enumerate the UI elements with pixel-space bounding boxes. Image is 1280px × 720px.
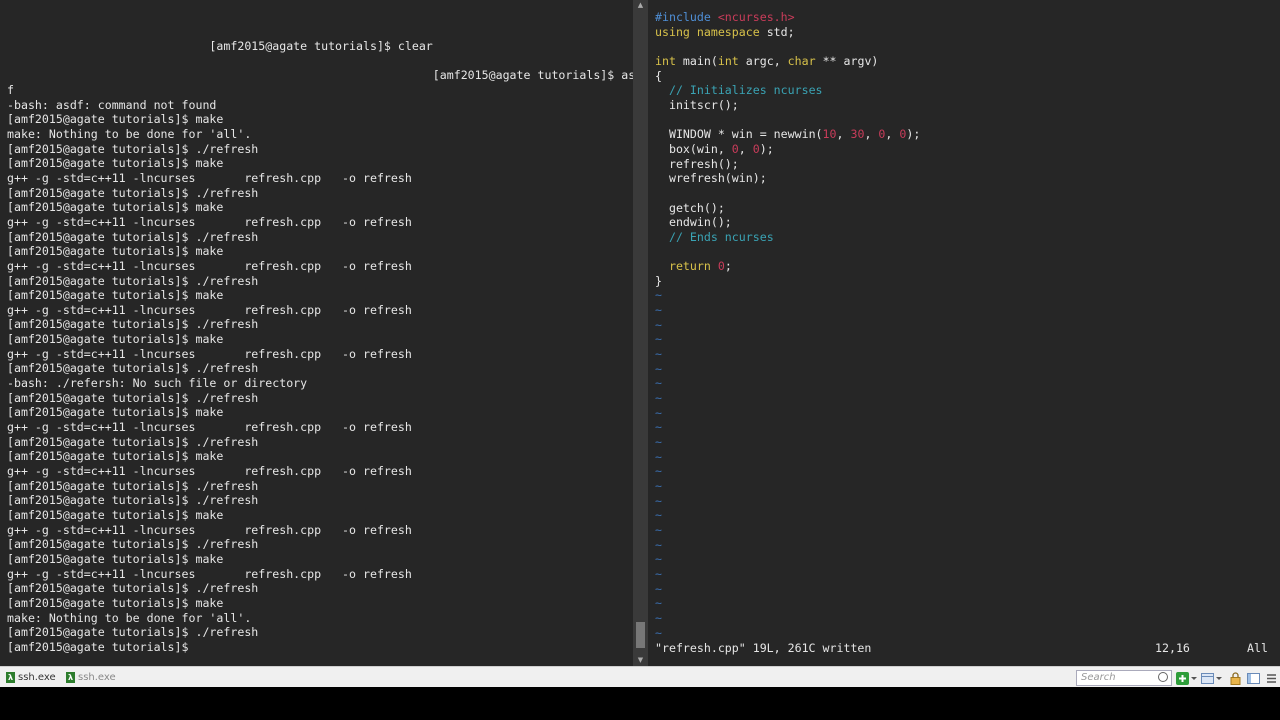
search-input[interactable]: Search bbox=[1076, 670, 1172, 686]
code-token: main( bbox=[675, 53, 718, 68]
code-token: wrefresh(win); bbox=[668, 171, 767, 186]
code-token: #include bbox=[655, 10, 711, 24]
lock-icon[interactable] bbox=[1229, 670, 1242, 685]
terminal-scrollbar[interactable]: ▲ ▼ bbox=[633, 0, 648, 666]
code-comment: // Ends ncurses bbox=[668, 229, 774, 244]
cursor-position: 12,16 bbox=[1155, 641, 1190, 655]
code-token: char bbox=[787, 53, 816, 68]
code-number: 30 bbox=[850, 127, 865, 142]
terminal-icon: λ bbox=[6, 671, 15, 683]
code-token: ); bbox=[759, 141, 774, 156]
code-token: int bbox=[655, 53, 676, 68]
code-token: refresh(); bbox=[668, 156, 739, 171]
code-token: { bbox=[655, 68, 662, 83]
code-number: 0 bbox=[731, 141, 739, 156]
code-token: namespace bbox=[696, 24, 760, 39]
code-token: ); bbox=[906, 127, 921, 142]
code-token: } bbox=[655, 273, 662, 288]
code-token: std; bbox=[759, 24, 795, 39]
code-number: 0 bbox=[717, 259, 725, 274]
scroll-thumb[interactable] bbox=[636, 622, 645, 648]
tab-label: ssh.exe bbox=[18, 671, 56, 683]
search-icon bbox=[1158, 672, 1168, 682]
split-view-icon[interactable] bbox=[1201, 670, 1214, 684]
search-placeholder: Search bbox=[1081, 672, 1116, 683]
scroll-position: All bbox=[1247, 641, 1268, 655]
code-token: ** argv) bbox=[815, 53, 879, 68]
code-token: getch(); bbox=[668, 200, 725, 215]
code-token: <ncurses.h> bbox=[717, 10, 795, 24]
taskbar: λ ssh.exe λ ssh.exe Search bbox=[0, 666, 1280, 687]
desktop-background bbox=[0, 687, 1280, 720]
code-number: 0 bbox=[878, 127, 886, 142]
code-token: int bbox=[717, 53, 739, 68]
code-token: return bbox=[668, 259, 711, 274]
chevron-down-icon[interactable] bbox=[1215, 670, 1223, 683]
code-token: WINDOW * win = newwin( bbox=[668, 127, 823, 142]
new-console-icon[interactable] bbox=[1176, 670, 1189, 685]
code-token: endwin(); bbox=[668, 215, 732, 230]
code-editor: #include <ncurses.h> using namespace std… bbox=[655, 10, 921, 640]
tab-label: ssh.exe bbox=[78, 671, 116, 683]
code-comment: // Initializes ncurses bbox=[668, 83, 823, 98]
scroll-down-icon[interactable]: ▼ bbox=[633, 655, 648, 665]
vim-status-message: "refresh.cpp" 19L, 261C written bbox=[655, 641, 872, 655]
code-number: 0 bbox=[752, 141, 760, 156]
terminal-icon: λ bbox=[66, 671, 75, 683]
chevron-down-icon[interactable] bbox=[1190, 670, 1198, 683]
scroll-up-icon[interactable]: ▲ bbox=[633, 0, 648, 10]
tab-ssh-2[interactable]: λ ssh.exe bbox=[66, 669, 116, 685]
code-token: initscr(); bbox=[668, 97, 739, 112]
window-icon[interactable] bbox=[1247, 670, 1260, 684]
menu-icon[interactable] bbox=[1265, 670, 1278, 683]
tab-ssh-1[interactable]: λ ssh.exe bbox=[6, 669, 56, 685]
code-token: box(win, bbox=[668, 141, 732, 156]
code-token: argc, bbox=[738, 53, 788, 68]
empty-line-markers: ~ ~ ~ ~ ~ ~ ~ ~ ~ ~ ~ ~ ~ ~ ~ ~ ~ ~ ~ ~ … bbox=[655, 288, 662, 640]
vim-editor-pane[interactable]: #include <ncurses.h> using namespace std… bbox=[648, 0, 1280, 666]
terminal-output: [amf2015@agate tutorials]$ clear [amf201… bbox=[7, 39, 633, 654]
code-number: 10 bbox=[822, 127, 837, 142]
left-terminal-pane[interactable]: [amf2015@agate tutorials]$ clear [amf201… bbox=[0, 0, 633, 666]
code-token: using bbox=[655, 24, 690, 39]
code-token: ; bbox=[724, 259, 732, 274]
